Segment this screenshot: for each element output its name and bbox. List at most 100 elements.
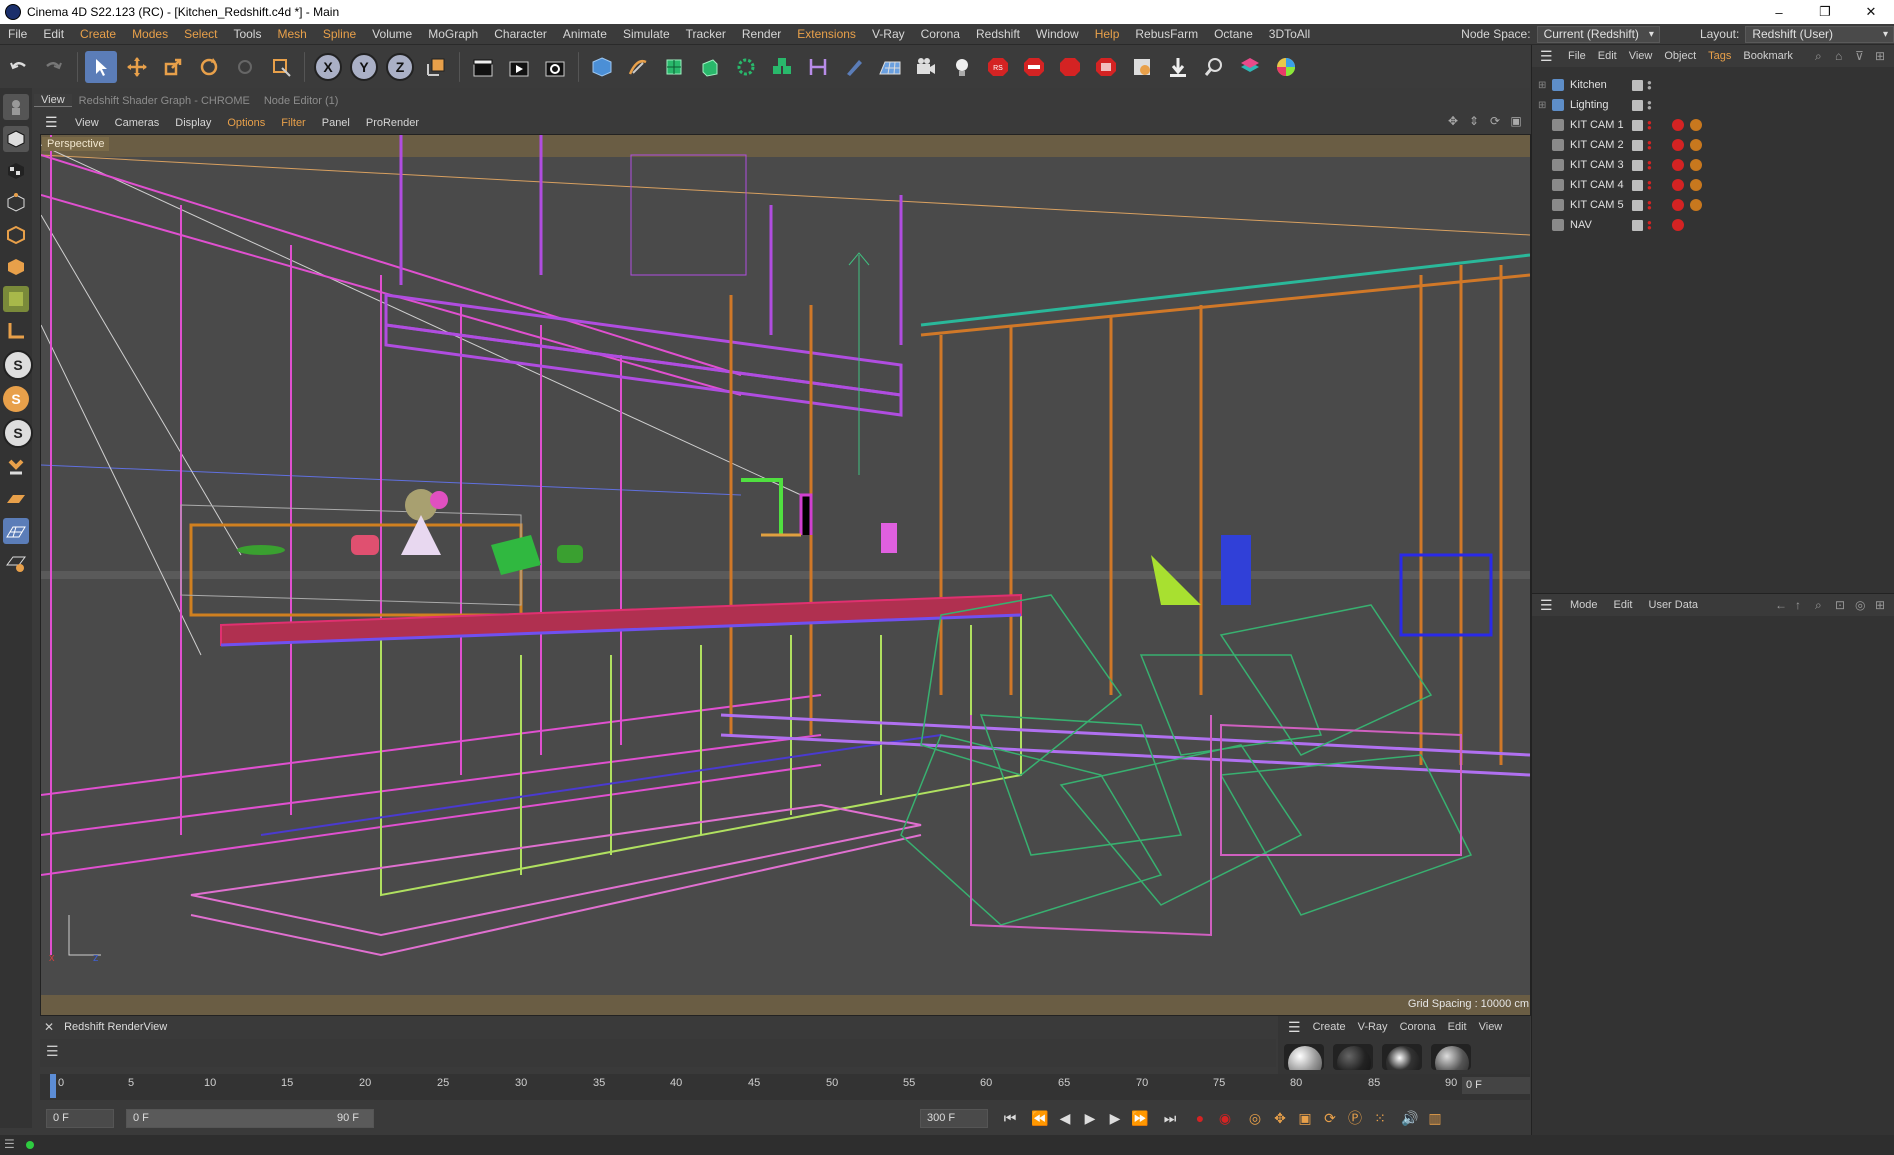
deformer-button[interactable] (802, 51, 834, 83)
menu-vray[interactable]: V-Ray (864, 27, 913, 41)
color-picker-button[interactable] (1270, 51, 1302, 83)
redshift-camera-tag-icon[interactable] (1672, 159, 1684, 171)
close-button[interactable]: ✕ (1848, 0, 1894, 24)
menu-animate[interactable]: Animate (555, 27, 615, 41)
menu-window[interactable]: Window (1028, 27, 1087, 41)
workplane-button[interactable] (3, 486, 29, 512)
protection-tag-icon[interactable] (1690, 119, 1702, 131)
menu-3dtoall[interactable]: 3DToAll (1261, 27, 1318, 41)
enable-checkbox[interactable] (1632, 99, 1643, 111)
attr-menu-user-data[interactable]: User Data (1641, 599, 1707, 611)
object-name[interactable]: KIT CAM 5 (1570, 199, 1640, 211)
solo-button-1[interactable]: S (3, 350, 33, 380)
enable-checkbox[interactable] (1632, 219, 1643, 231)
om-menu-file[interactable]: File (1562, 50, 1592, 62)
menu-spline[interactable]: Spline (315, 27, 364, 41)
select-tool-button[interactable] (85, 50, 117, 83)
object-name[interactable]: KIT CAM 4 (1570, 179, 1640, 191)
next-key-icon[interactable]: ⏩ (1130, 1108, 1150, 1128)
redshift-camera-tag-icon[interactable] (1672, 219, 1684, 231)
edges-mode-button[interactable] (3, 222, 29, 248)
object-row-kitchen[interactable]: ⊞ Kitchen ● ● (1532, 75, 1894, 95)
redshift-camera-button[interactable] (1018, 51, 1050, 83)
object-row-lighting[interactable]: ⊞ Lighting ● ● (1532, 95, 1894, 115)
prev-key-icon[interactable]: ⏪ (1030, 1108, 1050, 1128)
uv-mode-button[interactable] (3, 286, 29, 312)
rotation-key-icon[interactable]: ⟳ (1320, 1108, 1340, 1128)
menu-render[interactable]: Render (734, 27, 789, 41)
menu-create[interactable]: Create (72, 27, 124, 41)
menu-corona[interactable]: Corona (913, 27, 968, 41)
renderview-hamburger-icon[interactable]: ☰ (46, 1043, 59, 1060)
snap-grid-button[interactable] (3, 518, 29, 544)
visibility-dots-icon[interactable]: ● ● (1647, 179, 1652, 192)
object-row-nav[interactable]: NAV ● ● (1532, 215, 1894, 235)
enable-checkbox[interactable] (1632, 139, 1643, 151)
octane-button[interactable] (1234, 51, 1266, 83)
menu-file[interactable]: File (0, 27, 35, 41)
preview-range-slider[interactable]: 0 F 90 F (126, 1109, 374, 1128)
undo-button[interactable] (2, 51, 34, 83)
floor-button[interactable] (874, 51, 906, 83)
node-space-select[interactable]: Current (Redshift) (1536, 25, 1660, 43)
up-arrow-icon[interactable]: ↑ (1795, 598, 1809, 612)
spline-pen-button[interactable] (838, 51, 870, 83)
goto-start-icon[interactable]: ⏮ (1000, 1108, 1020, 1128)
extrude-button[interactable] (694, 51, 726, 83)
coordinate-system-button[interactable] (420, 51, 452, 83)
object-row-kit-cam-3[interactable]: KIT CAM 3 ● ● (1532, 155, 1894, 175)
move-tool-button[interactable] (121, 51, 153, 83)
expand-icon[interactable]: ⊞ (1538, 80, 1548, 91)
object-row-kit-cam-5[interactable]: KIT CAM 5 ● ● (1532, 195, 1894, 215)
material-swatch[interactable] (1431, 1044, 1471, 1070)
material-hamburger-icon[interactable]: ☰ (1288, 1019, 1301, 1036)
object-name[interactable]: Kitchen (1570, 79, 1640, 91)
menu-tracker[interactable]: Tracker (678, 27, 734, 41)
rebusfarm-upload-button[interactable] (1162, 51, 1194, 83)
pan-view-icon[interactable]: ✥ (1445, 114, 1461, 130)
menu-edit[interactable]: Edit (35, 27, 72, 41)
om-menu-view[interactable]: View (1623, 50, 1659, 62)
viewport-menu-options[interactable]: Options (219, 117, 273, 129)
om-menu-tags[interactable]: Tags (1702, 50, 1737, 62)
pla-key-icon[interactable]: ⁙ (1370, 1108, 1390, 1128)
render-settings-button[interactable] (539, 51, 571, 83)
restore-button[interactable]: ❐ (1802, 0, 1848, 24)
protection-tag-icon[interactable] (1690, 199, 1702, 211)
object-row-kit-cam-1[interactable]: KIT CAM 1 ● ● (1532, 115, 1894, 135)
polygons-mode-button[interactable] (3, 254, 29, 280)
param-key-icon[interactable]: Ⓟ (1345, 1108, 1365, 1128)
position-key-icon[interactable]: ✥ (1270, 1108, 1290, 1128)
prev-frame-icon[interactable]: ◀ (1055, 1108, 1075, 1128)
new-view-icon[interactable]: ⊞ (1875, 49, 1889, 63)
new-panel-icon[interactable]: ⊞ (1875, 598, 1889, 612)
mat-menu-corona[interactable]: Corona (1394, 1021, 1442, 1033)
enable-checkbox[interactable] (1632, 159, 1643, 171)
redshift-camera-tag-icon[interactable] (1672, 199, 1684, 211)
axis-mode-button[interactable] (3, 318, 29, 344)
search-tool-button[interactable] (1198, 51, 1230, 83)
model-mode-button[interactable] (3, 126, 29, 152)
visibility-dots-icon[interactable]: ● ● (1647, 99, 1652, 112)
solo-button-3[interactable]: S (3, 418, 33, 448)
keyframe-selection-icon[interactable]: ◎ (1245, 1108, 1265, 1128)
viewport-menu-panel[interactable]: Panel (314, 117, 358, 129)
enable-checkbox[interactable] (1632, 79, 1643, 91)
current-frame-field[interactable]: 0 F (1462, 1077, 1530, 1094)
menu-simulate[interactable]: Simulate (615, 27, 678, 41)
object-manager-hamburger-icon[interactable]: ☰ (1540, 48, 1554, 65)
visibility-dots-icon[interactable]: ● ● (1647, 199, 1652, 212)
object-name[interactable]: KIT CAM 2 (1570, 139, 1640, 151)
play-icon[interactable]: ▶ (1080, 1108, 1100, 1128)
menu-select[interactable]: Select (176, 27, 225, 41)
redshift-rv-button[interactable] (1090, 51, 1122, 83)
scale-key-icon[interactable]: ▣ (1295, 1108, 1315, 1128)
protection-tag-icon[interactable] (1690, 179, 1702, 191)
expand-icon[interactable]: ⊞ (1538, 100, 1548, 111)
subdivision-button[interactable] (658, 51, 690, 83)
menu-tools[interactable]: Tools (225, 27, 269, 41)
light-button[interactable] (946, 51, 978, 83)
next-frame-icon[interactable]: ▶ (1105, 1108, 1125, 1128)
menu-rebusfarm[interactable]: RebusFarm (1127, 27, 1206, 41)
mat-menu-view[interactable]: View (1473, 1021, 1509, 1033)
